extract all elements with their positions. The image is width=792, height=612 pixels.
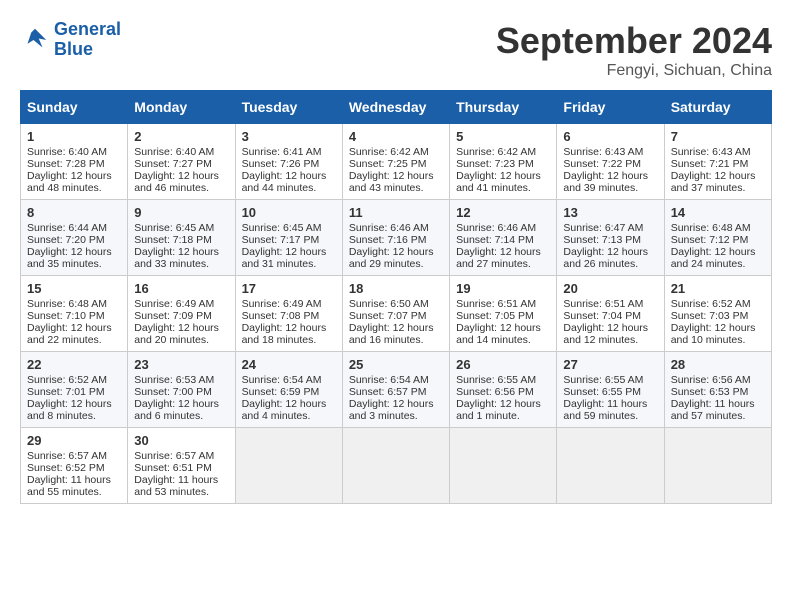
table-row: 15Sunrise: 6:48 AMSunset: 7:10 PMDayligh… [21, 276, 128, 352]
table-row: 8Sunrise: 6:44 AMSunset: 7:20 PMDaylight… [21, 200, 128, 276]
day-number: 11 [349, 205, 443, 220]
day-number: 28 [671, 357, 765, 372]
day-number: 20 [563, 281, 657, 296]
table-row: 23Sunrise: 6:53 AMSunset: 7:00 PMDayligh… [128, 352, 235, 428]
day-number: 29 [27, 433, 121, 448]
table-row: 6Sunrise: 6:43 AMSunset: 7:22 PMDaylight… [557, 124, 664, 200]
table-row: 26Sunrise: 6:55 AMSunset: 6:56 PMDayligh… [450, 352, 557, 428]
col-wednesday: Wednesday [342, 91, 449, 124]
table-row: 22Sunrise: 6:52 AMSunset: 7:01 PMDayligh… [21, 352, 128, 428]
day-number: 13 [563, 205, 657, 220]
table-row: 16Sunrise: 6:49 AMSunset: 7:09 PMDayligh… [128, 276, 235, 352]
table-row: 25Sunrise: 6:54 AMSunset: 6:57 PMDayligh… [342, 352, 449, 428]
day-number: 10 [242, 205, 336, 220]
col-saturday: Saturday [664, 91, 771, 124]
table-row: 5Sunrise: 6:42 AMSunset: 7:23 PMDaylight… [450, 124, 557, 200]
day-number: 23 [134, 357, 228, 372]
table-row: 2Sunrise: 6:40 AMSunset: 7:27 PMDaylight… [128, 124, 235, 200]
calendar-header-row: Sunday Monday Tuesday Wednesday Thursday… [21, 91, 772, 124]
table-row: 14Sunrise: 6:48 AMSunset: 7:12 PMDayligh… [664, 200, 771, 276]
table-row: 1Sunrise: 6:40 AMSunset: 7:28 PMDaylight… [21, 124, 128, 200]
title-block: September 2024 Fengyi, Sichuan, China [496, 20, 772, 80]
table-row: 10Sunrise: 6:45 AMSunset: 7:17 PMDayligh… [235, 200, 342, 276]
day-number: 7 [671, 129, 765, 144]
table-row: 18Sunrise: 6:50 AMSunset: 7:07 PMDayligh… [342, 276, 449, 352]
day-number: 17 [242, 281, 336, 296]
day-number: 6 [563, 129, 657, 144]
day-number: 26 [456, 357, 550, 372]
day-number: 18 [349, 281, 443, 296]
day-number: 22 [27, 357, 121, 372]
day-number: 1 [27, 129, 121, 144]
table-row: 13Sunrise: 6:47 AMSunset: 7:13 PMDayligh… [557, 200, 664, 276]
table-row: 30Sunrise: 6:57 AMSunset: 6:51 PMDayligh… [128, 428, 235, 504]
day-number: 3 [242, 129, 336, 144]
calendar-week-5: 29Sunrise: 6:57 AMSunset: 6:52 PMDayligh… [21, 428, 772, 504]
day-number: 5 [456, 129, 550, 144]
day-number: 12 [456, 205, 550, 220]
table-row: 24Sunrise: 6:54 AMSunset: 6:59 PMDayligh… [235, 352, 342, 428]
table-row [342, 428, 449, 504]
day-number: 27 [563, 357, 657, 372]
col-monday: Monday [128, 91, 235, 124]
calendar-week-3: 15Sunrise: 6:48 AMSunset: 7:10 PMDayligh… [21, 276, 772, 352]
day-number: 19 [456, 281, 550, 296]
location: Fengyi, Sichuan, China [496, 62, 772, 80]
calendar-table: Sunday Monday Tuesday Wednesday Thursday… [20, 90, 772, 504]
calendar-week-2: 8Sunrise: 6:44 AMSunset: 7:20 PMDaylight… [21, 200, 772, 276]
day-number: 25 [349, 357, 443, 372]
table-row: 3Sunrise: 6:41 AMSunset: 7:26 PMDaylight… [235, 124, 342, 200]
logo-line2: Blue [54, 39, 93, 59]
day-number: 14 [671, 205, 765, 220]
table-row: 20Sunrise: 6:51 AMSunset: 7:04 PMDayligh… [557, 276, 664, 352]
day-number: 30 [134, 433, 228, 448]
table-row [557, 428, 664, 504]
logo-text: General Blue [54, 20, 121, 60]
table-row: 7Sunrise: 6:43 AMSunset: 7:21 PMDaylight… [664, 124, 771, 200]
table-row: 28Sunrise: 6:56 AMSunset: 6:53 PMDayligh… [664, 352, 771, 428]
logo-icon [20, 25, 50, 55]
calendar-week-1: 1Sunrise: 6:40 AMSunset: 7:28 PMDaylight… [21, 124, 772, 200]
month-title: September 2024 [496, 20, 772, 62]
col-friday: Friday [557, 91, 664, 124]
col-thursday: Thursday [450, 91, 557, 124]
day-number: 9 [134, 205, 228, 220]
page-header: General Blue September 2024 Fengyi, Sich… [20, 20, 772, 80]
table-row: 29Sunrise: 6:57 AMSunset: 6:52 PMDayligh… [21, 428, 128, 504]
table-row [450, 428, 557, 504]
col-tuesday: Tuesday [235, 91, 342, 124]
day-number: 24 [242, 357, 336, 372]
day-number: 4 [349, 129, 443, 144]
day-number: 2 [134, 129, 228, 144]
table-row: 12Sunrise: 6:46 AMSunset: 7:14 PMDayligh… [450, 200, 557, 276]
table-row [235, 428, 342, 504]
day-number: 16 [134, 281, 228, 296]
table-row: 27Sunrise: 6:55 AMSunset: 6:55 PMDayligh… [557, 352, 664, 428]
table-row: 19Sunrise: 6:51 AMSunset: 7:05 PMDayligh… [450, 276, 557, 352]
col-sunday: Sunday [21, 91, 128, 124]
table-row: 17Sunrise: 6:49 AMSunset: 7:08 PMDayligh… [235, 276, 342, 352]
table-row: 11Sunrise: 6:46 AMSunset: 7:16 PMDayligh… [342, 200, 449, 276]
calendar-week-4: 22Sunrise: 6:52 AMSunset: 7:01 PMDayligh… [21, 352, 772, 428]
logo: General Blue [20, 20, 121, 60]
day-number: 21 [671, 281, 765, 296]
day-number: 8 [27, 205, 121, 220]
table-row: 21Sunrise: 6:52 AMSunset: 7:03 PMDayligh… [664, 276, 771, 352]
logo-line1: General [54, 19, 121, 39]
table-row [664, 428, 771, 504]
table-row: 4Sunrise: 6:42 AMSunset: 7:25 PMDaylight… [342, 124, 449, 200]
day-number: 15 [27, 281, 121, 296]
table-row: 9Sunrise: 6:45 AMSunset: 7:18 PMDaylight… [128, 200, 235, 276]
